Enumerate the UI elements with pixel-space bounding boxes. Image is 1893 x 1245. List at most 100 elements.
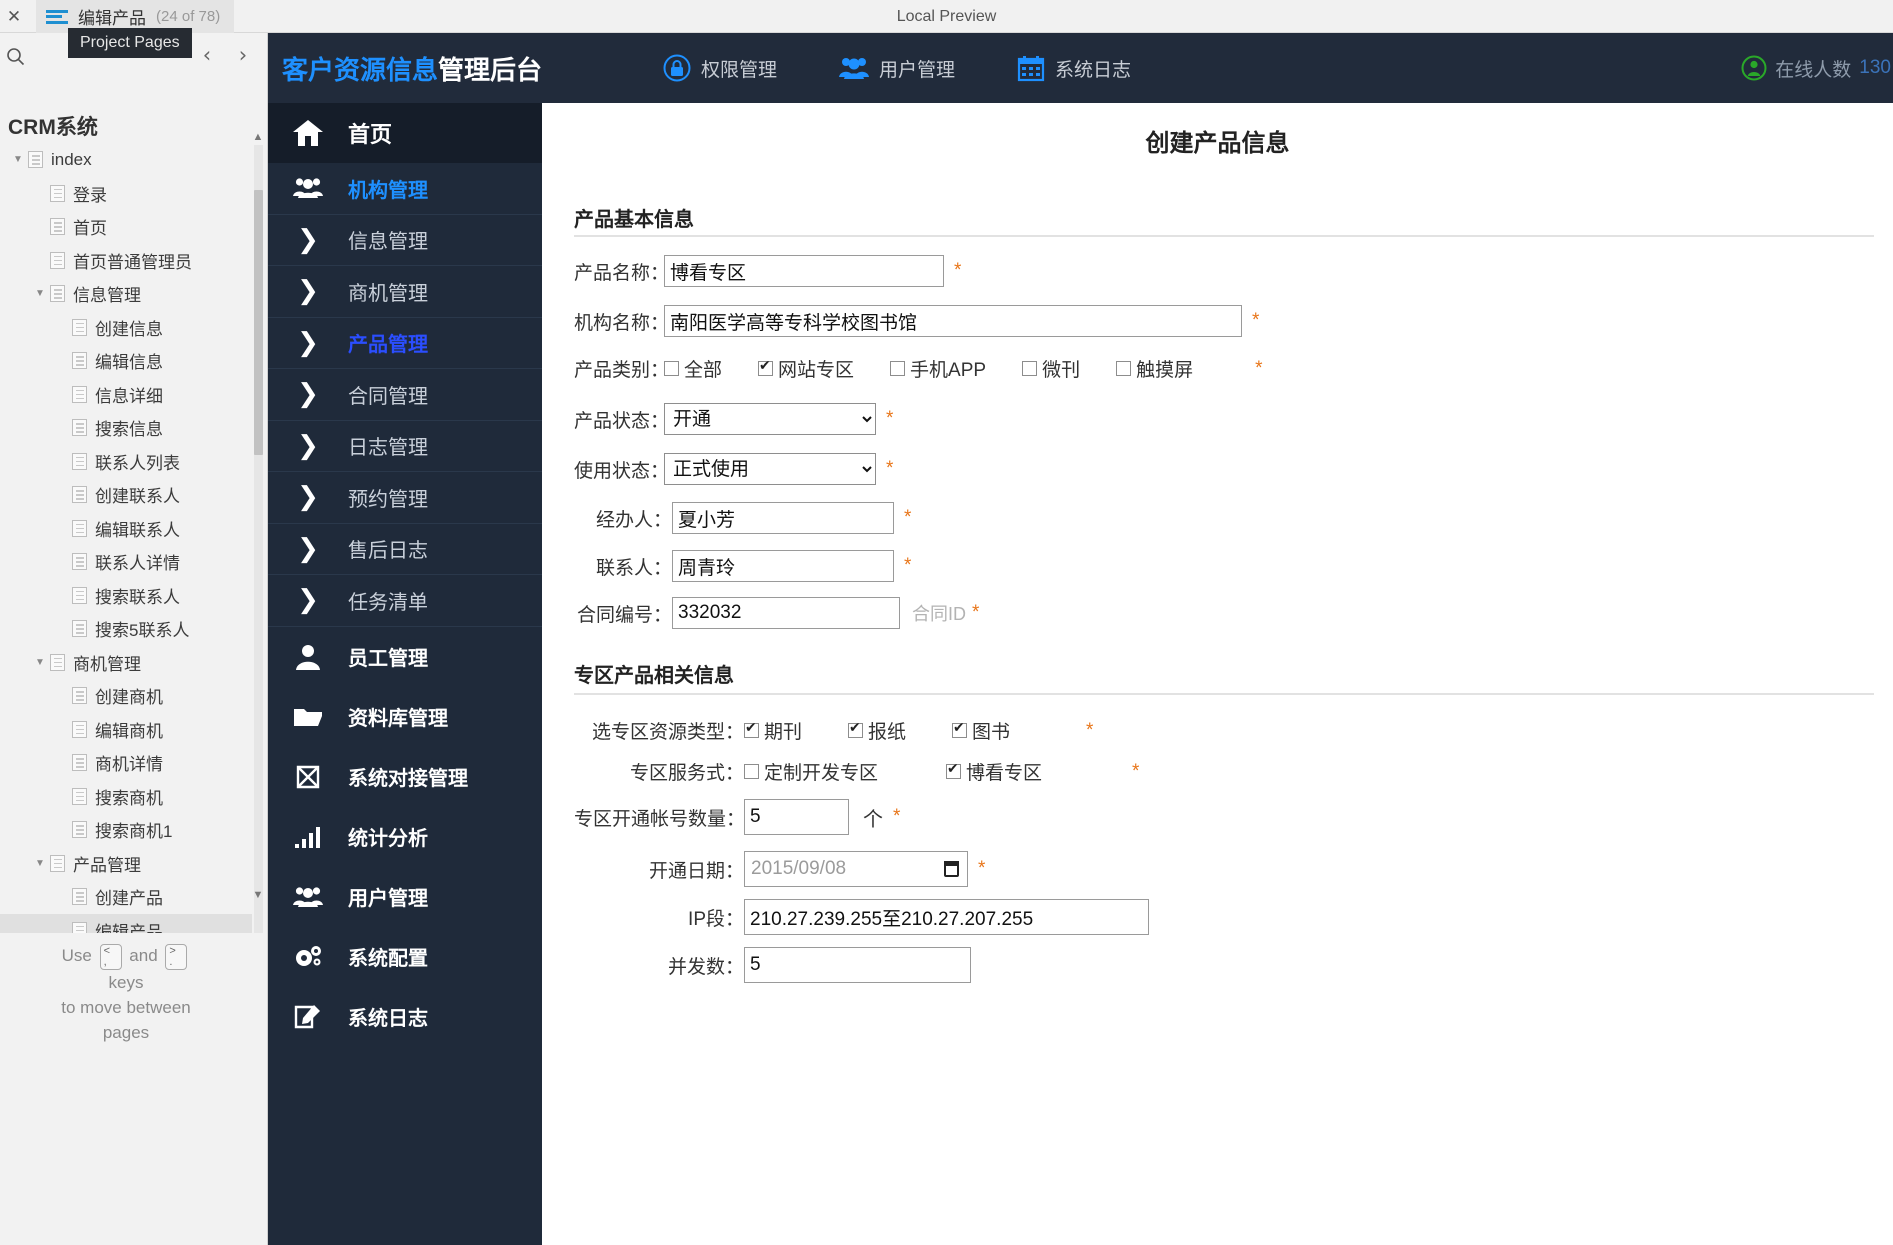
page-tree[interactable]: ▼ index 登录 首页 首页普通管理员 ▼ 信息管理 创建信息 编辑信息 信息详细 搜索信息 联系…: [0, 143, 252, 933]
resource-type-option[interactable]: 报纸: [848, 717, 906, 744]
calendar-icon[interactable]: [944, 861, 959, 877]
sidenav-item[interactable]: 资料库管理: [268, 687, 542, 747]
sidenav-item[interactable]: ❯ 任务清单: [268, 575, 542, 627]
tree-item[interactable]: 信息详细: [0, 378, 252, 412]
service-type-option[interactable]: 博看专区: [946, 758, 1042, 785]
checkbox-icon[interactable]: [946, 761, 962, 779]
close-icon[interactable]: ✕: [0, 0, 28, 33]
tree-item[interactable]: 搜索联系人: [0, 579, 252, 613]
sidenav-item[interactable]: 系统日志: [268, 987, 542, 1047]
tree-item[interactable]: 创建产品: [0, 880, 252, 914]
product-category-option[interactable]: 微刊: [1022, 355, 1080, 382]
tree-scrollbar[interactable]: [254, 145, 263, 933]
contact-required-mark: *: [904, 555, 912, 576]
sidenav-item[interactable]: ❯ 售后日志: [268, 524, 542, 575]
search-icon[interactable]: [0, 41, 30, 71]
tree-twisty-icon[interactable]: ▼: [8, 154, 28, 165]
tree-item[interactable]: ▼ index: [0, 143, 252, 177]
sidenav-item-label: 员工管理: [348, 648, 428, 670]
tree-item[interactable]: 联系人列表: [0, 445, 252, 479]
tree-item[interactable]: ▼ 商机管理: [0, 646, 252, 680]
sidenav-item[interactable]: 系统配置: [268, 927, 542, 987]
tree-item[interactable]: 搜索商机1: [0, 813, 252, 847]
product-category-option[interactable]: 触摸屏: [1116, 355, 1193, 382]
tree-twisty-icon[interactable]: ▼: [30, 657, 50, 668]
org-name-input[interactable]: [664, 305, 1242, 337]
page-file-icon: [72, 921, 87, 933]
sidenav-item[interactable]: 统计分析: [268, 807, 542, 867]
open-date-field[interactable]: 2015/09/08: [744, 851, 968, 887]
tree-item[interactable]: 搜索商机: [0, 780, 252, 814]
product-category-option[interactable]: 网站专区: [758, 355, 854, 382]
next-page-arrow-icon[interactable]: ›: [230, 40, 256, 70]
sidenav-item[interactable]: ❯ 日志管理: [268, 421, 542, 472]
tree-scroll-up-icon[interactable]: ▲: [251, 130, 265, 144]
sidenav-item[interactable]: 机构管理: [268, 163, 542, 215]
product-name-input[interactable]: [664, 255, 944, 287]
header-nav-label: 系统日志: [1055, 59, 1132, 81]
product-category-required-mark: *: [1255, 357, 1263, 379]
checkbox-icon[interactable]: [1022, 361, 1038, 376]
checkbox-icon[interactable]: [1116, 361, 1132, 376]
sidenav-item[interactable]: 员工管理: [268, 627, 542, 687]
checkbox-icon[interactable]: [744, 720, 759, 738]
resource-type-option[interactable]: 期刊: [744, 717, 802, 744]
checkbox-icon[interactable]: [758, 358, 774, 376]
account-count-input[interactable]: [744, 799, 849, 835]
field-row-concurrency: 并发数：: [574, 947, 971, 983]
tree-item[interactable]: 联系人详情: [0, 545, 252, 579]
bars-icon: [268, 825, 348, 849]
use-status-select[interactable]: 正式使用试用停用: [664, 453, 876, 485]
tree-item[interactable]: 登录: [0, 177, 252, 211]
header-nav-item[interactable]: 权限管理: [663, 54, 777, 82]
product-status-select[interactable]: 开通未开通停用: [664, 403, 876, 435]
handler-input[interactable]: [672, 502, 894, 534]
sidenav-item[interactable]: ❯ 产品管理: [268, 318, 542, 369]
header-nav-item[interactable]: 系统日志: [1017, 54, 1131, 82]
tree-item[interactable]: 创建信息: [0, 311, 252, 345]
service-type-option[interactable]: 定制开发专区: [744, 758, 878, 785]
tree-item[interactable]: 首页: [0, 210, 252, 244]
tree-item-label: 搜索5联系人: [95, 621, 190, 641]
sidenav-item[interactable]: ❯ 合同管理: [268, 369, 542, 421]
tree-item[interactable]: ▼ 信息管理: [0, 277, 252, 311]
tree-item[interactable]: 编辑商机: [0, 713, 252, 747]
tree-item[interactable]: 创建商机: [0, 679, 252, 713]
tree-twisty-icon[interactable]: ▼: [30, 288, 50, 299]
tree-item[interactable]: 首页普通管理员: [0, 244, 252, 278]
hint-line-4: pages: [102, 1022, 150, 1042]
ip-range-input[interactable]: [744, 899, 1149, 935]
tree-item[interactable]: 编辑信息: [0, 344, 252, 378]
tree-item[interactable]: 商机详情: [0, 746, 252, 780]
sidenav-item[interactable]: ❯ 商机管理: [268, 266, 542, 318]
checkbox-icon[interactable]: [848, 720, 864, 738]
sidenav-item[interactable]: 首页: [268, 103, 542, 163]
product-category-option[interactable]: 全部: [664, 355, 722, 382]
prev-page-arrow-icon[interactable]: ‹: [194, 40, 220, 70]
tree-item[interactable]: 编辑联系人: [0, 512, 252, 546]
sidenav-item[interactable]: 用户管理: [268, 867, 542, 927]
resource-type-option[interactable]: 图书: [952, 717, 1010, 744]
contract-no-input[interactable]: [672, 597, 900, 629]
checkbox-icon[interactable]: [664, 361, 679, 376]
sidenav-item[interactable]: ❯ 信息管理: [268, 215, 542, 266]
contact-input[interactable]: [672, 550, 894, 582]
checkbox-icon[interactable]: [890, 361, 906, 376]
tree-scroll-down-icon[interactable]: ▼: [251, 888, 265, 902]
page-file-icon: [72, 419, 87, 437]
checkbox-icon[interactable]: [952, 720, 968, 738]
tree-item[interactable]: 编辑产品: [0, 913, 252, 933]
tree-item[interactable]: 创建联系人: [0, 478, 252, 512]
sidenav-item[interactable]: 系统对接管理: [268, 747, 542, 807]
tree-scrollbar-thumb[interactable]: [254, 190, 263, 455]
concurrency-input[interactable]: [744, 947, 971, 983]
product-category-option[interactable]: 手机APP: [890, 355, 986, 382]
checkbox-icon[interactable]: [744, 764, 759, 779]
tree-item-label: 搜索联系人: [95, 587, 180, 607]
header-nav-item[interactable]: 用户管理: [839, 55, 955, 82]
tree-item[interactable]: ▼ 产品管理: [0, 847, 252, 881]
tree-twisty-icon[interactable]: ▼: [30, 858, 50, 869]
tree-item[interactable]: 搜索5联系人: [0, 612, 252, 646]
sidenav-item[interactable]: ❯ 预约管理: [268, 472, 542, 524]
tree-item[interactable]: 搜索信息: [0, 411, 252, 445]
